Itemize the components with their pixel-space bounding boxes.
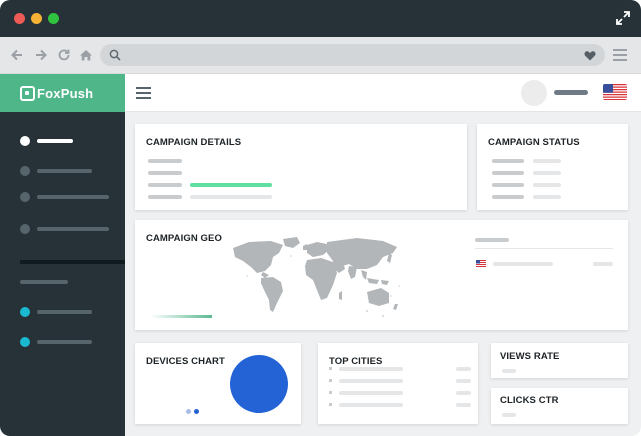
bullet-icon	[20, 307, 30, 317]
bullet-icon	[20, 192, 30, 202]
foxpush-logo-icon	[20, 85, 35, 101]
bullet-icon	[20, 337, 30, 347]
sidebar-item-label	[37, 139, 73, 143]
browser-menu-icon[interactable]	[613, 49, 627, 61]
status-value	[533, 171, 561, 175]
campaign-geo-card: CAMPAIGN GEO	[135, 220, 628, 330]
campaign-status-card: CAMPAIGN STATUS	[477, 124, 628, 210]
card-title: CAMPAIGN DETAILS	[146, 137, 242, 148]
city-name	[339, 391, 403, 395]
city-value	[456, 379, 471, 383]
sidebar-item-label	[37, 227, 109, 231]
clicks-ctr-card: CLICKS CTR	[491, 388, 628, 424]
maximize-window-button[interactable]	[48, 13, 59, 24]
city-value	[456, 391, 471, 395]
app-sidebar: FoxPush	[0, 74, 125, 436]
heart-icon[interactable]	[584, 50, 596, 61]
card-title: CLICKS CTR	[500, 395, 559, 406]
sidebar-divider	[20, 260, 125, 264]
detail-progress-bar	[190, 183, 272, 187]
geo-legend-heading	[475, 238, 509, 242]
hamburger-menu-icon[interactable]	[136, 87, 151, 99]
city-bullet	[329, 379, 332, 382]
refresh-icon[interactable]	[57, 48, 71, 62]
city-name	[339, 403, 403, 407]
browser-toolbar	[0, 37, 641, 74]
us-flag-icon	[476, 260, 486, 267]
sidebar-item-label	[37, 310, 92, 314]
status-value	[533, 183, 561, 187]
detail-label	[148, 195, 182, 199]
user-name[interactable]	[554, 90, 588, 95]
status-value	[533, 195, 561, 199]
geo-progress-bar	[150, 315, 212, 318]
close-window-button[interactable]	[14, 13, 25, 24]
campaign-details-card: CAMPAIGN DETAILS	[135, 124, 467, 210]
sidebar-item-label	[37, 195, 109, 199]
user-avatar[interactable]	[521, 80, 547, 106]
geo-legend-divider	[475, 248, 613, 249]
bullet-icon	[20, 136, 30, 146]
detail-label	[148, 159, 182, 163]
bullet-icon	[20, 166, 30, 176]
sidebar-item-label	[37, 340, 92, 344]
detail-label	[148, 183, 182, 187]
status-label	[492, 195, 524, 199]
forward-arrow-icon[interactable]	[34, 48, 48, 62]
brand-name: FoxPush	[37, 85, 94, 101]
pagination-dot-active[interactable]	[194, 409, 199, 414]
brand-logo[interactable]: FoxPush	[0, 74, 125, 112]
sidebar-section-heading	[20, 280, 68, 284]
browser-window: FoxPush CAMPAIGN DETAILS CAMPAIGN STATUS…	[0, 0, 641, 436]
city-name	[339, 367, 403, 371]
world-map[interactable]	[227, 236, 405, 322]
back-arrow-icon[interactable]	[10, 48, 24, 62]
status-label	[492, 171, 524, 175]
expand-arrows-icon[interactable]	[615, 10, 631, 26]
devices-chart-card: DEVICES CHART	[135, 343, 301, 424]
city-bullet	[329, 367, 332, 370]
bullet-icon	[20, 224, 30, 234]
geo-country-name	[493, 262, 553, 266]
devices-pie-chart[interactable]	[230, 355, 288, 413]
card-title: CAMPAIGN GEO	[146, 233, 222, 244]
city-bullet	[329, 391, 332, 394]
home-icon[interactable]	[79, 48, 93, 62]
pagination-dot[interactable]	[186, 409, 191, 414]
views-rate-value	[502, 369, 516, 373]
app-topbar	[125, 74, 641, 112]
detail-label	[148, 171, 182, 175]
top-cities-card: TOP CITIES	[318, 343, 478, 424]
geo-country-value	[593, 262, 613, 266]
card-title: TOP CITIES	[329, 356, 383, 367]
status-value	[533, 159, 561, 163]
us-flag-icon[interactable]	[603, 84, 627, 100]
url-input[interactable]	[100, 44, 605, 66]
city-value	[456, 367, 471, 371]
city-bullet	[329, 403, 332, 406]
city-name	[339, 379, 403, 383]
minimize-window-button[interactable]	[31, 13, 42, 24]
status-label	[492, 159, 524, 163]
sidebar-item-label	[37, 169, 92, 173]
views-rate-card: VIEWS RATE	[491, 343, 628, 378]
city-value	[456, 403, 471, 407]
window-titlebar	[0, 0, 641, 37]
clicks-ctr-value	[502, 413, 516, 417]
search-icon	[109, 49, 121, 61]
card-title: VIEWS RATE	[500, 351, 560, 362]
card-title: DEVICES CHART	[146, 356, 225, 367]
detail-value	[190, 195, 272, 199]
status-label	[492, 183, 524, 187]
card-title: CAMPAIGN STATUS	[488, 137, 580, 148]
